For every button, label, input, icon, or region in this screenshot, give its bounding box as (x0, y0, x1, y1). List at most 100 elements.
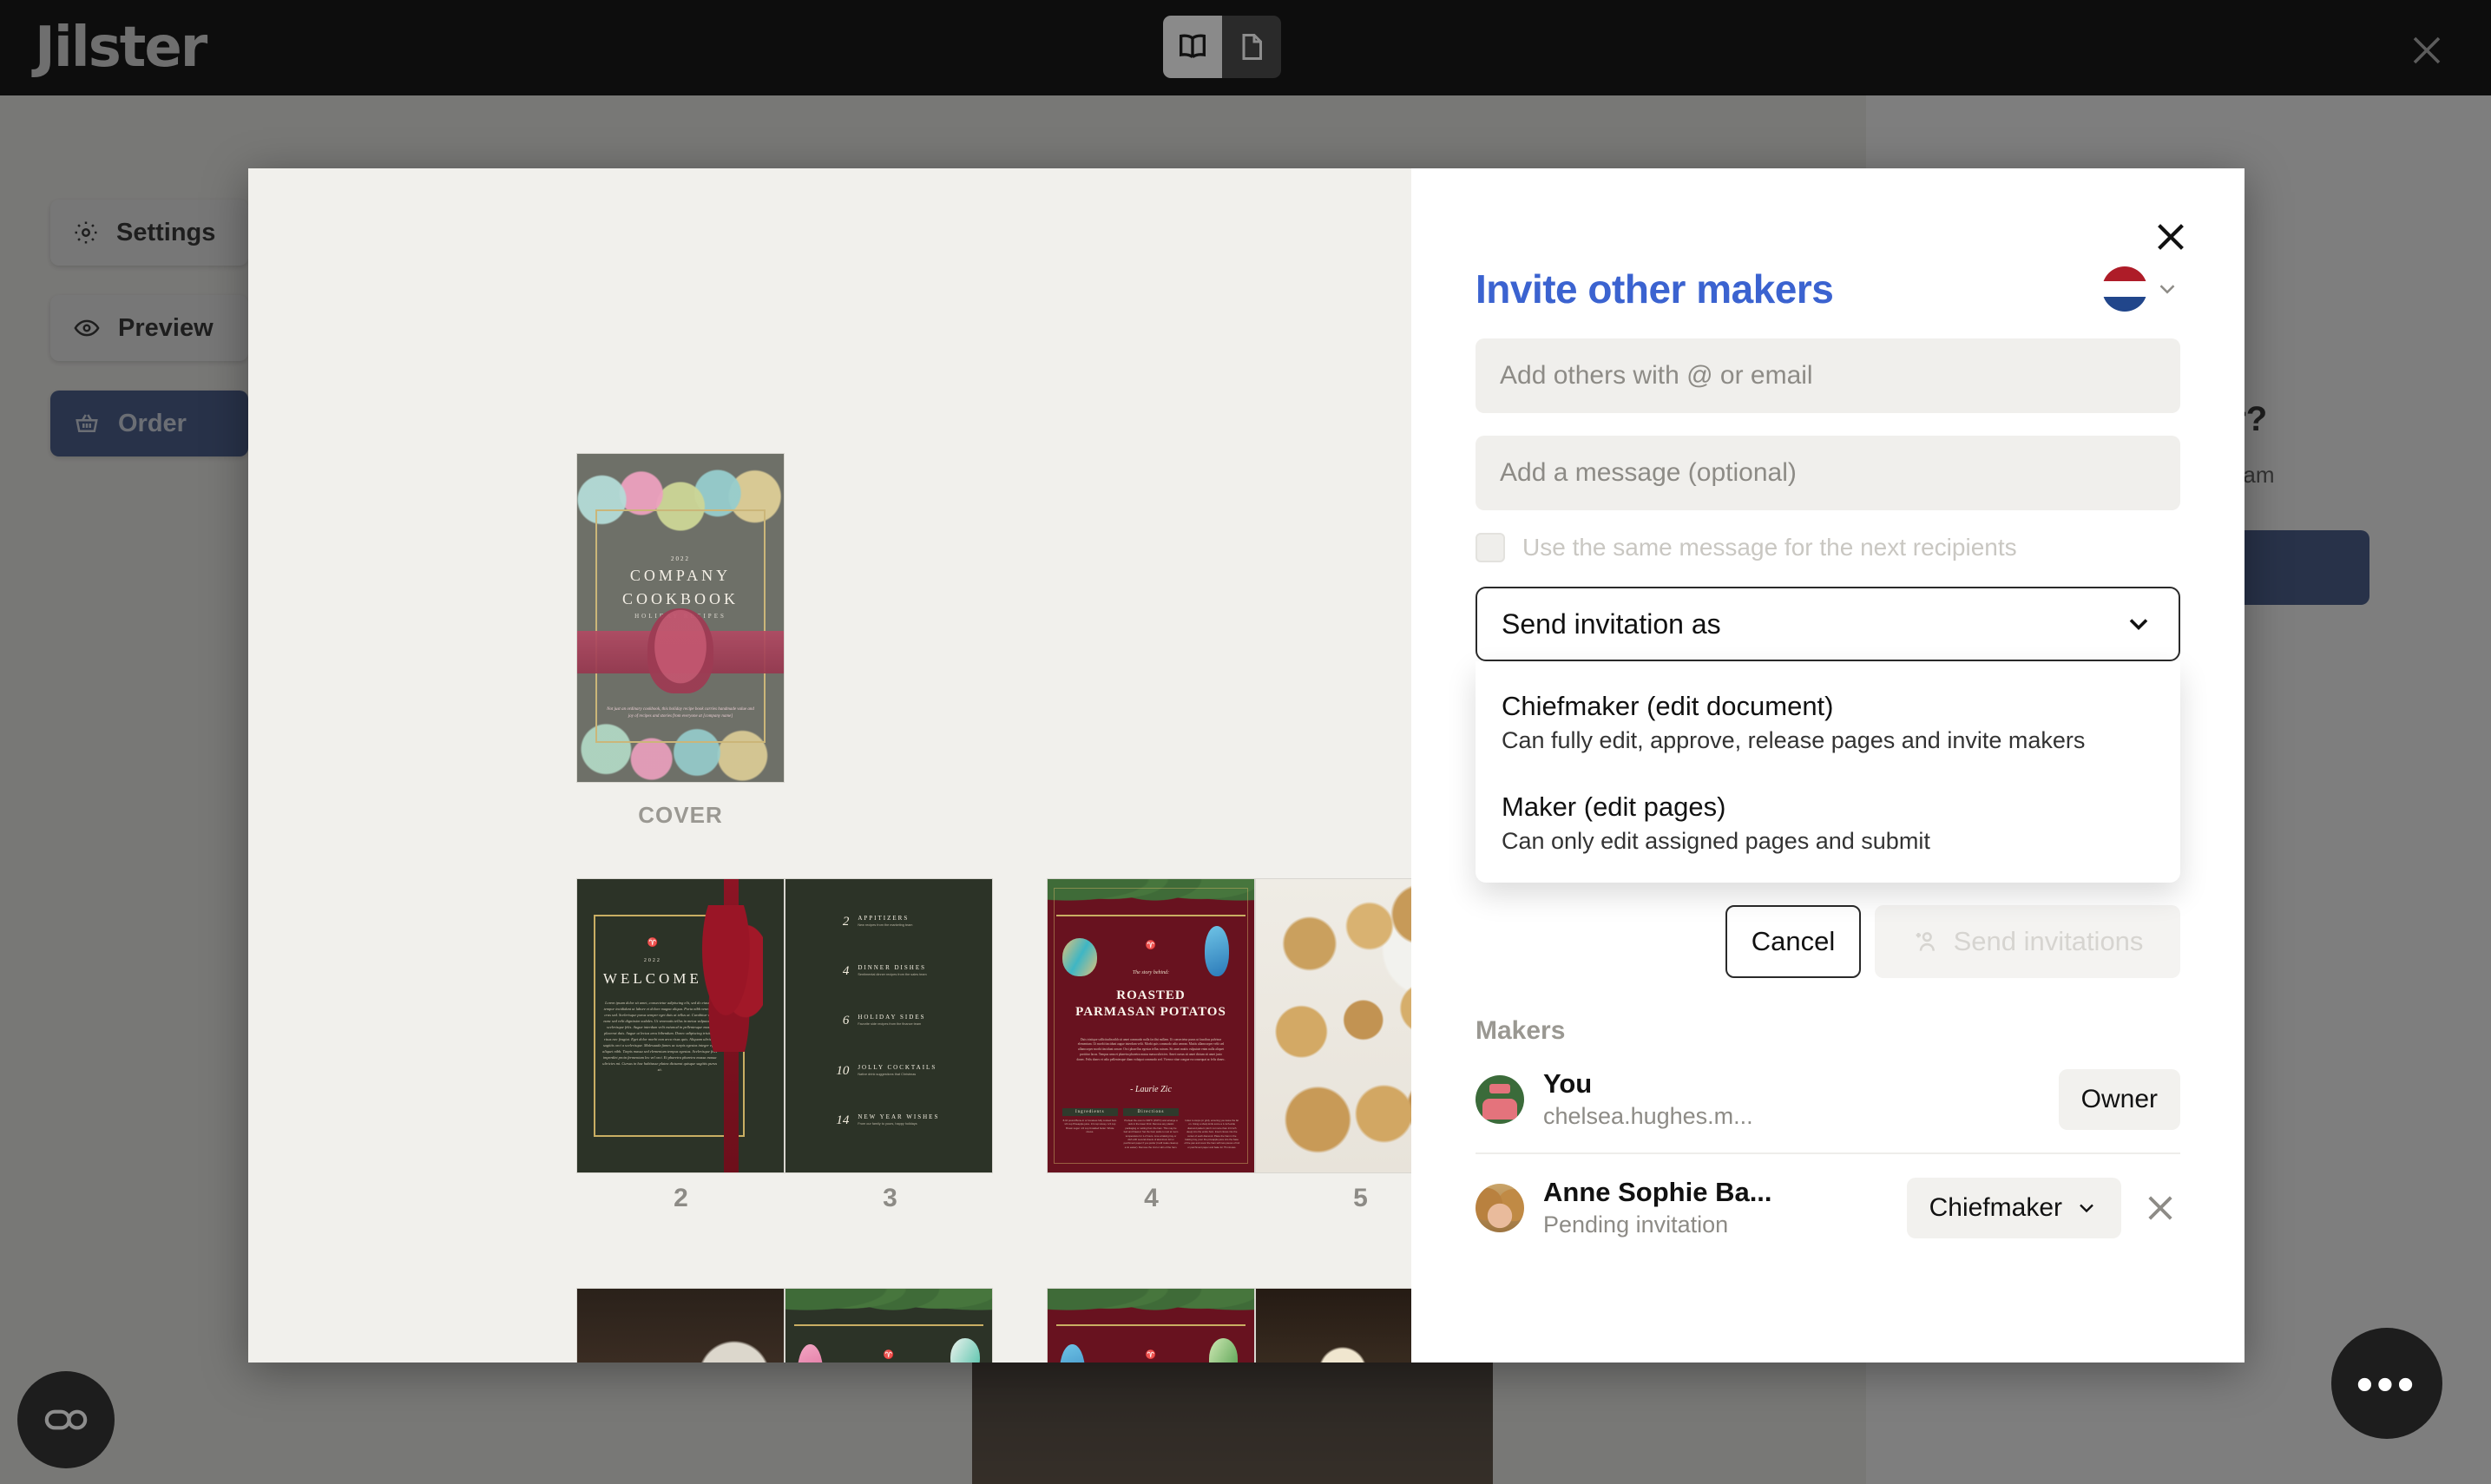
toc-page-number: 4 (842, 964, 850, 979)
page-thumb-7[interactable]: ♈ The story behind: TRADITIONAL TURKEY D… (785, 1288, 993, 1363)
page-thumb-9[interactable] (1255, 1288, 1411, 1363)
page-number-3: 3 (883, 1184, 897, 1212)
cover-bow (647, 607, 714, 693)
role-option-description: Can fully edit, approve, release pages a… (1502, 727, 2086, 753)
page-thumb-8[interactable]: ♈ The story behind: MAMA'S SPECIAL STUFF… (1047, 1288, 1255, 1363)
toc-page-number: 6 (842, 1014, 850, 1028)
holiday-table-photo (1256, 1289, 1411, 1363)
toc-entry-title: HOLIDAY SIDES (858, 1014, 926, 1021)
cover-title-line1: COMPANY (629, 567, 732, 585)
header-page-view-toggle[interactable] (1222, 16, 1281, 78)
page-thumb-6[interactable] (576, 1288, 785, 1363)
gold-bar-decoration (1055, 1323, 1246, 1326)
document-preview-pane: 2022 COMPANY COOKBOOK HOLIDAY RECIPES No… (248, 168, 1411, 1363)
chevron-down-icon (2080, 1204, 2093, 1212)
role-option-chiefmaker[interactable]: Chiefmaker (edit document) Can fully edi… (1476, 680, 2180, 762)
invite-panel: Invite other makers Add others with @ or… (1411, 168, 2245, 1363)
toc-entry: 14 NEW YEAR WISHES From our family to yo… (814, 1113, 979, 1128)
spread-page-numbers: 4 5 (1047, 1184, 1411, 1213)
remove-maker-button[interactable] (2140, 1190, 2180, 1226)
cover-thumbnail[interactable]: 2022 COMPANY COOKBOOK HOLIDAY RECIPES No… (576, 453, 785, 783)
cutlery-icon: ♈ (1145, 1349, 1157, 1360)
recipients-input[interactable]: Add others with @ or email (1476, 338, 2180, 413)
role-option-label: Maker (edit pages) (1502, 791, 1726, 822)
close-icon (2148, 1196, 2172, 1220)
same-message-checkbox[interactable] (1476, 533, 1505, 562)
chevron-down-icon (2159, 285, 2175, 294)
recipe-gold-border (1054, 888, 1248, 1164)
toc-entry-title: DINNER DISHES (858, 964, 927, 972)
toc-entry: 10 JOLLY COCKTAILS Native drink suggesti… (814, 1064, 979, 1079)
welcome-bow (700, 905, 764, 1053)
maker-email: chelsea.hughes.m... (1543, 1103, 1753, 1130)
role-option-maker[interactable]: Maker (edit pages) Can only edit assigne… (1476, 781, 2180, 863)
send-invitations-button[interactable]: Send invitations (1875, 905, 2180, 979)
turkey-dinner-photo (577, 1289, 784, 1363)
maker-status: Pending invitation (1543, 1211, 1729, 1238)
welcome-page-artwork: ♈ 2022 WELCOME Lorem ipsum dolor sit ame… (577, 879, 784, 1172)
cookie-consent-button[interactable] (17, 1371, 115, 1468)
app-root: Jilster ••• 2022 COMPANY COOKBOOK HOLIDA… (0, 0, 2491, 1484)
chevron-down-icon (2129, 619, 2148, 631)
book-open-icon (1180, 34, 1206, 59)
toc-entry-desc: Favorite side recipes from the finance t… (858, 1022, 922, 1027)
toc-entry-title: JOLLY COCKTAILS (858, 1063, 937, 1071)
brand-logo[interactable]: Jilster (35, 16, 207, 80)
cover-artwork: 2022 COMPANY COOKBOOK HOLIDAY RECIPES No… (577, 454, 784, 782)
cover-thumbnail-wrap[interactable]: 2022 COMPANY COOKBOOK HOLIDAY RECIPES No… (576, 453, 785, 829)
toc-entry: 4 DINNER DISHES Sentimental dinner recip… (814, 964, 979, 979)
spread-6-7[interactable]: ♈ The story behind: TRADITIONAL TURKEY D… (576, 1288, 995, 1363)
cover-title-line2: COOKBOOK (621, 589, 739, 607)
spread-2-3[interactable]: ♈ 2022 WELCOME Lorem ipsum dolor sit ame… (576, 878, 995, 1212)
maker-name: You (1543, 1068, 1593, 1100)
spread-8-9[interactable]: ♈ The story behind: MAMA'S SPECIAL STUFF… (1047, 1288, 1411, 1363)
send-invitations-label: Send invitations (1953, 926, 2144, 957)
role-label: Owner (2080, 1084, 2158, 1113)
role-dropdown-chiefmaker[interactable]: Chiefmaker (1906, 1177, 2121, 1238)
header-view-toggle[interactable] (1163, 16, 1281, 78)
avatar (1476, 1183, 1524, 1232)
recipe-page-artwork: ♈ The story behind: ROASTED PARMASAN POT… (1048, 879, 1254, 1172)
page-thumb-2[interactable]: ♈ 2022 WELCOME Lorem ipsum dolor sit ame… (576, 878, 785, 1173)
toc-page-artwork: 2 APPITIZERS New recipes from the market… (785, 879, 992, 1172)
same-message-row[interactable]: Use the same message for the next recipi… (1476, 533, 2180, 562)
toc-page-number: 2 (842, 914, 850, 929)
role-label: Chiefmaker (1929, 1192, 2062, 1222)
invite-makers-modal: 2022 COMPANY COOKBOOK HOLIDAY RECIPES No… (248, 168, 2245, 1363)
page-number-2: 2 (674, 1184, 688, 1212)
message-input[interactable]: Add a message (optional) (1476, 436, 2180, 510)
makers-heading: Makers (1476, 1016, 1566, 1046)
app-header: Jilster (0, 0, 2491, 95)
page-thumb-5[interactable] (1255, 878, 1411, 1173)
role-select-trigger[interactable]: Send invitation as (1476, 587, 2180, 661)
roasted-potatoes-photo (1256, 879, 1411, 1172)
role-select-value: Send invitation as (1502, 607, 1721, 640)
spread-4-5[interactable]: ♈ The story behind: ROASTED PARMASAN POT… (1047, 878, 1411, 1212)
toc-entry: 6 HOLIDAY SIDES Favorite side recipes fr… (814, 1014, 979, 1028)
page-thumb-4[interactable]: ♈ The story behind: ROASTED PARMASAN POT… (1047, 878, 1255, 1173)
toc-page-number: 14 (836, 1113, 850, 1128)
page-icon (1242, 34, 1262, 60)
netherlands-flag-icon (2102, 266, 2147, 312)
header-spread-view-toggle[interactable] (1163, 16, 1222, 78)
role-option-description: Can only edit assigned pages and submit (1502, 827, 1930, 854)
page-thumb-3[interactable]: 2 APPITIZERS New recipes from the market… (785, 878, 993, 1173)
garland-decoration (1048, 1289, 1254, 1339)
cancel-button[interactable]: Cancel (1725, 905, 1861, 979)
owner-role-badge: Owner (2058, 1068, 2180, 1130)
maker-row-invitee: Anne Sophie Ba... Pending invitation Chi… (1476, 1154, 2180, 1261)
avatar (1476, 1074, 1524, 1124)
language-selector[interactable] (2102, 266, 2180, 312)
cutlery-icon: ♈ (883, 1349, 895, 1360)
modal-close-button[interactable] (2151, 217, 2191, 257)
role-options-dropdown: Chiefmaker (edit document) Can fully edi… (1476, 661, 2180, 883)
maker-row-you: You chelsea.hughes.m... Owner (1476, 1046, 2180, 1155)
add-person-icon (1916, 932, 1935, 952)
more-options-fab[interactable]: ••• (2331, 1328, 2442, 1439)
toc-entry: 2 APPITIZERS New recipes from the market… (814, 915, 979, 929)
toc-entry-desc: From our family to yours, happy holidays (858, 1122, 917, 1126)
app-close-button[interactable] (2406, 30, 2448, 71)
maker-name: Anne Sophie Ba... (1543, 1177, 1772, 1208)
toc-entry-desc: New recipes from the marketing team (858, 923, 913, 927)
invite-action-row: Cancel Send invitations (1476, 905, 2180, 979)
